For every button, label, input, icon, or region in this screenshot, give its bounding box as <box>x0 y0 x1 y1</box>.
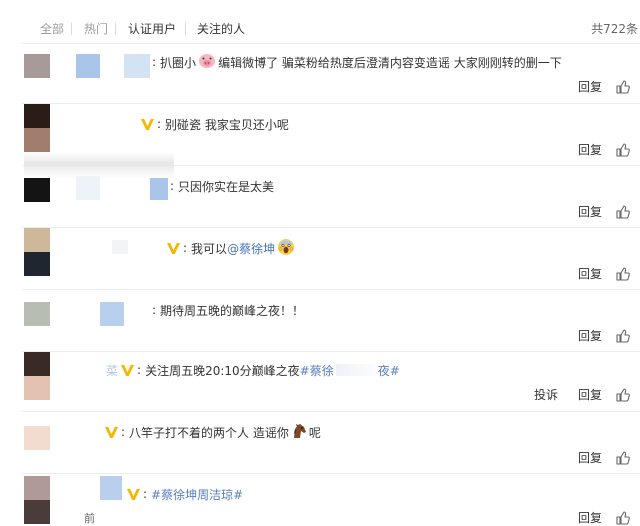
comment-text: : 扒圈小 编辑微博了 骗菜粉给热度后澄清内容变造谣 大家刚刚转的删一下 <box>152 53 562 72</box>
comment-item: : 扒圈小 编辑微博了 骗菜粉给热度后澄清内容变造谣 大家刚刚转的删一下 回复 <box>0 44 640 104</box>
reply-button[interactable]: 回复 <box>578 265 602 282</box>
comment-text-part: 扒圈小 <box>160 55 197 70</box>
comment-text-part: 我可以 <box>191 241 228 256</box>
comment-actions: 回复 <box>578 78 630 95</box>
comment-item: : 只因你实在是太美 回复 <box>0 152 640 228</box>
avatar-badge-blur <box>100 476 122 500</box>
horse-face-emoji-icon <box>291 423 307 442</box>
verified-badge-icon <box>127 488 140 500</box>
thumbs-up-icon[interactable] <box>616 387 630 402</box>
avatar-badge-blur <box>76 176 100 200</box>
avatar[interactable] <box>24 302 50 326</box>
mosaic-blur <box>24 152 174 178</box>
thumbs-up-icon[interactable] <box>616 510 630 525</box>
verified-badge-icon <box>121 364 135 376</box>
mosaic-blur <box>335 364 376 376</box>
comment-text-part: 只因你实在是太美 <box>178 179 275 194</box>
comment-item: 菜 : 关注周五晚20:10分巅峰之夜 #蔡徐 夜# 投诉 回复 <box>0 352 640 412</box>
avatar[interactable] <box>24 54 50 78</box>
reply-button[interactable]: 回复 <box>578 141 602 158</box>
username-blur <box>124 54 150 78</box>
avatar[interactable] <box>24 178 50 202</box>
comment-text: : 八竿子打不着的两个人 造谣你 呢 <box>104 423 321 442</box>
comment-actions: 投诉 回复 <box>534 386 630 403</box>
avatar[interactable] <box>24 352 50 376</box>
avatar <box>24 252 50 276</box>
thumbs-up-icon[interactable] <box>616 204 630 219</box>
comment-text-part: 期待周五晚的巅峰之夜！！ <box>160 303 305 318</box>
hashtag-link[interactable]: #蔡徐坤周洁琼# <box>151 486 243 503</box>
comment-text: 菜 : 关注周五晚20:10分巅峰之夜 #蔡徐 夜# <box>106 362 400 379</box>
reply-button[interactable]: 回复 <box>578 78 602 95</box>
comment-text: : 只因你实在是太美 <box>170 179 275 194</box>
thumbs-up-icon[interactable] <box>616 328 630 343</box>
comment-text-part: 八竿子打不着的两个人 造谣你 <box>129 425 289 440</box>
comment-actions: 回复 <box>578 141 630 158</box>
comment-text-part: 编辑微博了 骗菜粉给热度后澄清内容变造谣 大家刚刚转的删一下 <box>218 55 562 70</box>
comment-text: : #蔡徐坤周洁琼# <box>126 486 243 502</box>
username-blur <box>150 178 168 200</box>
avatar[interactable] <box>24 476 50 500</box>
scroll-fade <box>0 0 640 26</box>
thumbs-up-icon[interactable] <box>616 266 630 281</box>
reply-button[interactable]: 回复 <box>578 327 602 344</box>
comment-item: : 期待周五晚的巅峰之夜！！ 回复 <box>0 290 640 352</box>
comment-text: : 别碰瓷 我家宝贝还小呢 <box>138 116 289 132</box>
comment-actions: 回复 <box>578 265 630 282</box>
comment-filter-bar: 全部 热门 认证用户 关注的人 共722条 <box>0 0 640 44</box>
comment-text-part: 关注周五晚20:10分巅峰之夜 <box>145 363 300 378</box>
comment-text: : 期待周五晚的巅峰之夜！！ <box>152 303 305 318</box>
avatar <box>24 500 50 524</box>
comment-actions: 回复 <box>578 509 630 526</box>
avatar[interactable] <box>24 426 50 450</box>
total-comment-count: 共722条 <box>591 22 638 36</box>
verified-badge-icon <box>141 118 154 130</box>
thumbs-up-icon[interactable] <box>616 450 630 465</box>
thumbs-up-icon[interactable] <box>616 142 630 157</box>
scream-face-emoji-icon <box>277 238 295 259</box>
username-blur <box>112 240 128 254</box>
comment-item: : 我可以 @蔡徐坤 回复 <box>0 228 640 290</box>
comment-actions: 回复 <box>578 203 630 220</box>
comment-item: : 八竿子打不着的两个人 造谣你 呢 回复 <box>0 412 640 474</box>
hashtag-link[interactable]: #蔡徐 <box>300 362 334 379</box>
avatar-badge-blur <box>100 302 124 326</box>
reply-button[interactable]: 回复 <box>578 509 602 526</box>
comment-actions: 回复 <box>578 449 630 466</box>
comment-timestamp: 前 <box>84 512 95 525</box>
avatar <box>24 376 50 400</box>
mention-link[interactable]: @蔡徐坤 <box>227 240 275 257</box>
hashtag-link[interactable]: 夜# <box>378 362 400 379</box>
verified-badge-icon <box>167 242 180 254</box>
comment-text-part: 别碰瓷 我家宝贝还小呢 <box>165 117 289 132</box>
avatar <box>24 128 50 152</box>
avatar[interactable] <box>24 104 50 128</box>
avatar[interactable] <box>24 228 50 252</box>
reply-button[interactable]: 回复 <box>578 449 602 466</box>
pig-face-emoji-icon <box>198 53 216 72</box>
reply-button[interactable]: 回复 <box>578 203 602 220</box>
comment-text-part: 呢 <box>308 425 321 440</box>
avatar-badge-blur <box>76 54 100 78</box>
report-button[interactable]: 投诉 <box>534 386 558 403</box>
comment-item: : #蔡徐坤周洁琼# 前 回复 <box>0 474 640 526</box>
reply-button[interactable]: 回复 <box>578 386 602 403</box>
comment-actions: 回复 <box>578 327 630 344</box>
verified-badge-icon <box>105 426 118 438</box>
username[interactable]: 菜 <box>106 362 118 379</box>
thumbs-up-icon[interactable] <box>616 79 630 94</box>
comment-text: : 我可以 @蔡徐坤 <box>164 238 297 259</box>
